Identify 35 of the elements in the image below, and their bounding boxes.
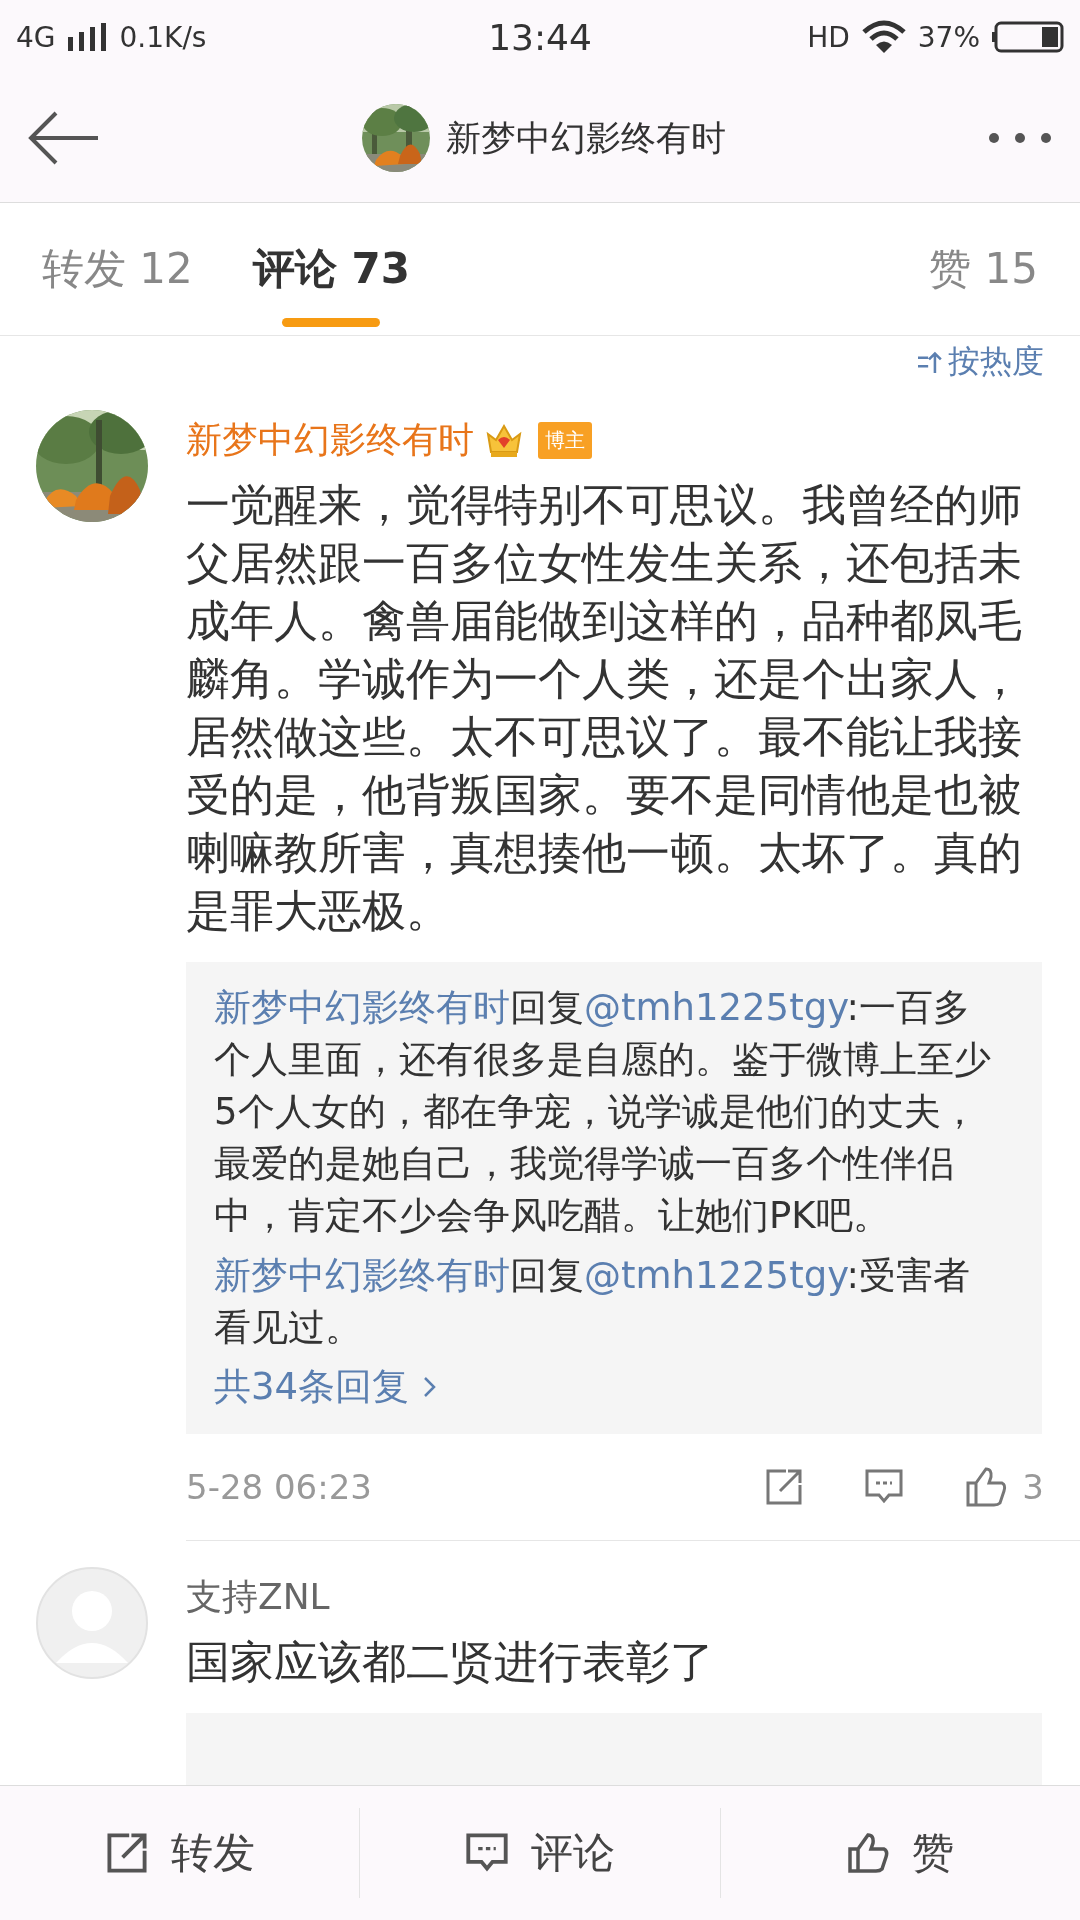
author-badge: 博主 bbox=[538, 421, 592, 459]
sort-icon bbox=[916, 351, 942, 373]
back-icon[interactable] bbox=[28, 110, 100, 166]
tab[interactable]: 转发 12 bbox=[42, 241, 193, 297]
tab[interactable]: 评论 73 bbox=[252, 241, 410, 297]
reply-text: 新梦中幻影终有时回复@tmh1225tgy:一百多个人里面，还有很多是自愿的。鉴于微博上至少5个人女的，都在争宠，说学诚是他们的丈夫，最爱的是她自己，我觉得学诚一百多个性伴侣中，肯定不少会争风吃醋。让她们PK吧。 bbox=[214, 985, 992, 1239]
reply-text: 新梦中幻影终有时回复@tmh1225tgy:受害者看见过。 bbox=[214, 1253, 971, 1351]
comment-text: 一觉醒来，觉得特别不可思议。我曾经的师父居然跟一百多位女性发生关系，还包括未成年人。禽兽届能做到这样的，品种都凤毛麟角。学诚作为一个人类，还是个出家人，居然做这些。太不可思议了。最不能让我接受的是，他背叛国家。要不是同情他是也被喇嘛教所害，真想揍他一顿。太坏了。真的是罪大恶极。 bbox=[186, 478, 1023, 938]
share-icon[interactable] bbox=[764, 1467, 805, 1507]
thumbs-up-icon bbox=[964, 1465, 1009, 1509]
avatar-placeholder-icon bbox=[36, 1567, 148, 1679]
signal-icon bbox=[67, 23, 108, 51]
author-name[interactable]: 新梦中幻影终有时 bbox=[186, 415, 474, 465]
more-replies-link[interactable]: 共34条回复 bbox=[214, 1362, 438, 1412]
comment-text: 国家应该都二贤进行表彰了 bbox=[186, 1635, 715, 1689]
sort-button[interactable]: 按热度 bbox=[916, 340, 1044, 384]
share-button[interactable]: 转发 bbox=[0, 1824, 360, 1882]
battery-percent: 37% bbox=[917, 20, 980, 54]
tab[interactable]: 赞 15 bbox=[929, 241, 1038, 297]
comment-time: 5-28 06:23 bbox=[186, 1467, 372, 1507]
more-icon[interactable] bbox=[988, 132, 1052, 144]
clock: 13:44 bbox=[487, 16, 593, 58]
battery-icon bbox=[992, 21, 1064, 53]
like-button[interactable]: 赞 bbox=[720, 1824, 1080, 1882]
wifi-icon bbox=[861, 20, 906, 54]
like-button[interactable]: 3 bbox=[964, 1465, 1044, 1509]
network-type: 4G bbox=[16, 20, 56, 54]
author-name[interactable]: 支持ZNL bbox=[186, 1572, 330, 1622]
page-title: 新梦中幻影终有时 bbox=[446, 116, 726, 160]
comment-button[interactable]: 评论 bbox=[360, 1824, 720, 1882]
thumbs-up-icon bbox=[846, 1831, 891, 1875]
chevron-right-icon bbox=[423, 1376, 438, 1398]
share-icon bbox=[104, 1831, 149, 1875]
hd-indicator: HD bbox=[807, 20, 850, 54]
network-speed: 0.1K/s bbox=[119, 20, 207, 54]
